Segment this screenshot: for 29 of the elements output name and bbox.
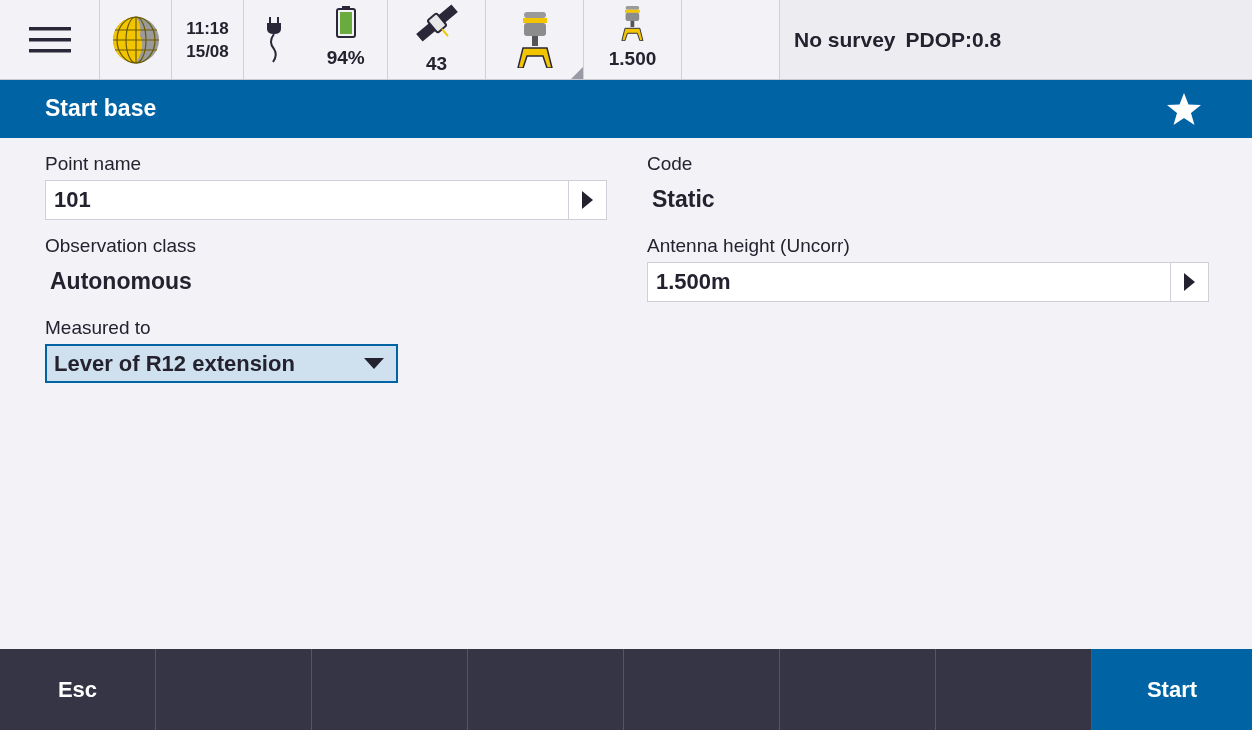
clock-date: 15/08 xyxy=(186,40,229,63)
field-value: Autonomous xyxy=(49,267,193,296)
menu-icon[interactable] xyxy=(28,25,71,54)
start-button[interactable]: Start xyxy=(1092,649,1252,730)
globe-icon[interactable] xyxy=(111,15,160,64)
antenna-height: 1.500 xyxy=(608,46,657,71)
power-plug-icon[interactable] xyxy=(266,16,283,63)
caret-icon xyxy=(364,358,384,369)
battery-percent: 94% xyxy=(326,46,365,71)
satellite-count: 43 xyxy=(425,52,448,77)
gnss-receiver-icon[interactable] xyxy=(514,11,555,68)
field-label: Code xyxy=(647,152,694,176)
field-value: Static xyxy=(651,185,716,214)
antenna-receiver-icon[interactable] xyxy=(620,5,645,41)
battery-icon[interactable] xyxy=(335,6,356,39)
star-icon[interactable] xyxy=(1166,92,1202,126)
text-field[interactable]: 101 xyxy=(45,180,607,220)
field-label: Observation class xyxy=(45,234,197,258)
pdop-value: PDOP:0.8 xyxy=(905,26,1002,53)
dropdown[interactable]: Lever of R12 extension xyxy=(45,344,398,383)
play-arrow-icon xyxy=(582,191,593,209)
field-label: Point name xyxy=(45,152,143,176)
play-arrow-icon xyxy=(1184,273,1195,291)
text-field[interactable]: 1.500m xyxy=(647,262,1209,302)
survey-status: No survey xyxy=(794,26,896,53)
field-label: Antenna height (Uncorr) xyxy=(647,234,851,258)
clock-time: 11:18 xyxy=(186,17,229,40)
page-title: Start base xyxy=(45,95,157,123)
field-label: Measured to xyxy=(45,316,152,340)
